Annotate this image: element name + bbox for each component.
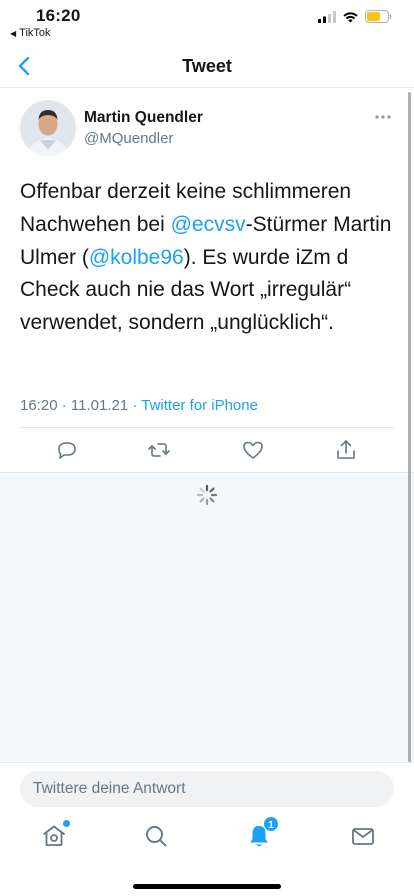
notifications-badge: 1 [263, 816, 279, 832]
home-indicator [133, 884, 281, 889]
meta-separator: · [128, 397, 142, 414]
back-app-label: TikTok [19, 27, 51, 39]
tweet-date: 11.01.21 [70, 397, 129, 414]
tweet-time: 16:20 [20, 397, 58, 414]
status-icons [318, 10, 392, 23]
status-bar: 16:20 ◀ TikTok [0, 0, 414, 44]
scrollbar[interactable] [408, 92, 411, 762]
battery-icon [365, 10, 392, 23]
loading-spinner-icon [196, 484, 218, 506]
more-options-icon[interactable] [374, 114, 392, 120]
tweet-actions [0, 434, 414, 470]
new-content-dot [63, 820, 70, 827]
back-to-app-link[interactable]: ◀ TikTok [10, 27, 51, 39]
like-icon[interactable] [241, 438, 265, 462]
divider [20, 427, 394, 428]
back-triangle-icon: ◀ [10, 28, 17, 38]
replies-area [0, 472, 414, 762]
avatar[interactable] [20, 100, 76, 156]
tab-bar: 1 [0, 814, 414, 896]
tweet-text: Offenbar derzeit keine schlimmeren Nachw… [20, 176, 396, 340]
status-time: 16:20 [36, 6, 81, 25]
wifi-icon [343, 11, 358, 22]
tweet-detail: Martin Quendler @MQuendler Offenbar derz… [0, 88, 414, 472]
tab-search[interactable] [142, 822, 170, 850]
share-icon[interactable] [334, 438, 358, 462]
author-name[interactable]: Martin Quendler [84, 109, 203, 127]
meta-separator: · [57, 397, 71, 414]
messages-icon [352, 828, 374, 845]
retweet-icon[interactable] [147, 438, 171, 462]
tab-messages[interactable] [349, 822, 377, 850]
mention-link[interactable]: @ecvsv [171, 213, 246, 236]
mention-link[interactable]: @kolbe96 [89, 246, 184, 269]
signal-icon [318, 10, 336, 23]
tweet-source-link[interactable]: Twitter for iPhone [141, 397, 258, 414]
page-title: Tweet [182, 56, 232, 76]
tweet-meta: 16:20 · 11.01.21 · Twitter for iPhone [20, 397, 258, 414]
reply-input[interactable] [20, 771, 394, 807]
reply-icon[interactable] [55, 438, 79, 462]
navigation-bar: Tweet [0, 44, 414, 88]
reply-bar [0, 762, 414, 814]
author-handle[interactable]: @MQuendler [84, 130, 173, 147]
tab-notifications[interactable]: 1 [245, 816, 279, 850]
search-icon [146, 826, 167, 847]
tab-home[interactable] [40, 820, 70, 850]
